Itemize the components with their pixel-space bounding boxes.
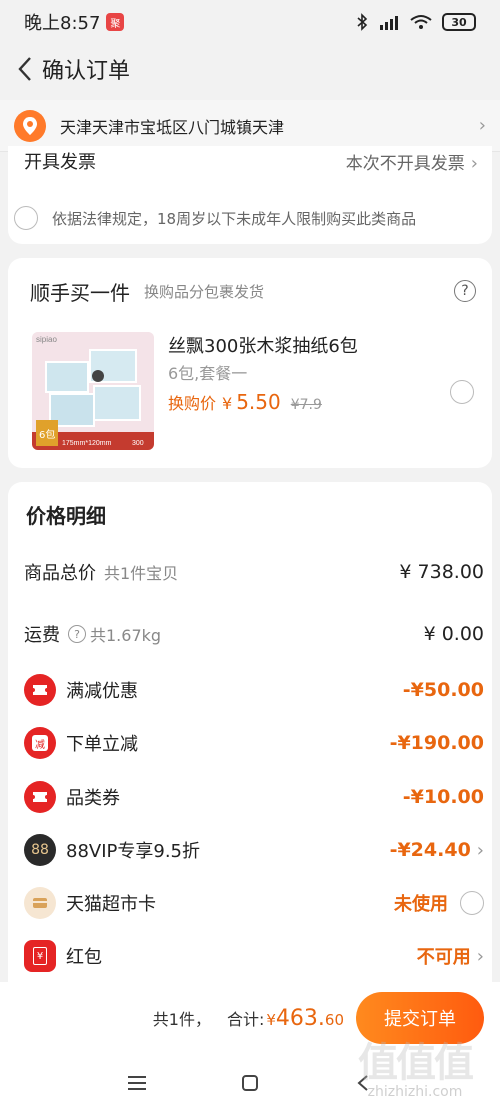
age-agree-radio[interactable] (14, 206, 38, 230)
supermarket-card-radio[interactable] (460, 891, 484, 915)
invoice-label: 开具发票 (24, 152, 96, 173)
price-label: 换购价 (168, 394, 217, 413)
addon-product-price: 换购价 ¥ 5.50 ¥7.9 (168, 390, 322, 414)
row-amount: -¥24.40 (389, 839, 471, 861)
row-label: 红包 (66, 947, 102, 968)
signal-icon (380, 16, 398, 30)
menu-button[interactable] (117, 1063, 157, 1103)
row-amount: ¥ 738.00 (399, 561, 484, 583)
chevron-right-icon: › (476, 945, 484, 967)
row-amount: 未使用 (394, 894, 448, 915)
nav-bar: 确认订单 (0, 44, 500, 94)
row-subtotal: 商品总价 共1件宝贝 ¥ 738.00 (24, 552, 484, 592)
row-sub: 共1件宝贝 (104, 564, 179, 583)
chevron-right-icon: › (476, 839, 484, 861)
menu-icon (127, 1076, 146, 1090)
addon-card: 顺手买一件 换购品分包裹发货 ? sipiao 6包 175mm*120mm 3… (8, 258, 492, 468)
age-notice-row[interactable]: 依据法律规定，18周岁以下未成年人限制购买此类商品 (14, 202, 482, 234)
chevron-left-icon (18, 57, 31, 81)
row-order-discount: 减 下单立减 -¥190.00 (24, 723, 484, 763)
row-amount: -¥50.00 (402, 679, 484, 701)
help-icon[interactable]: ? (68, 625, 86, 643)
row-label: 品类券 (66, 788, 120, 809)
product-image-sheets: 300 (132, 440, 144, 447)
item-count: 共1件， (152, 1010, 211, 1029)
watermark-glyphs: 值值值 (358, 1040, 474, 1086)
bluetooth-icon (357, 13, 368, 31)
status-icons: 30 (356, 13, 476, 31)
row-amount: 不可用 (416, 947, 471, 968)
product-image[interactable]: sipiao 6包 175mm*120mm 300 (32, 332, 154, 450)
invoice-row[interactable]: 开具发票 本次不开具发票 › (24, 146, 478, 174)
row-88vip[interactable]: 88 88VIP专享9.5折 -¥24.40 › (24, 830, 484, 870)
row-label: 天猫超市卡 (66, 894, 156, 915)
red-packet-icon: ¥ (24, 940, 56, 972)
vip-88-icon: 88 (24, 834, 56, 866)
notification-badge-icon: 聚 (106, 13, 125, 31)
wifi-icon (410, 15, 432, 29)
addon-product-spec: 6包,套餐一 (168, 364, 248, 383)
watermark-logo: 值值值 zhizhizhi.com (340, 1030, 490, 1108)
price-currency: ¥ (222, 394, 233, 413)
total-label: 合计: (226, 1010, 265, 1029)
status-bar: 晚上8:57 聚 30 (0, 0, 500, 44)
row-shipping: 运费 ? 共1.67kg ¥ 0.00 (24, 614, 484, 654)
coupon-icon (24, 781, 56, 813)
coupon-icon (24, 674, 56, 706)
row-label: 满减优惠 (66, 681, 138, 702)
card-icon (24, 887, 56, 919)
chevron-right-icon: › (470, 153, 478, 174)
home-square-icon (241, 1075, 258, 1091)
chevron-right-icon: › (478, 115, 486, 136)
address-bar[interactable]: 天津天津市宝坻区八门城镇天津 › (0, 100, 500, 152)
battery-icon: 30 (442, 13, 476, 31)
total-amount: ¥ 463. 60 (266, 1005, 344, 1031)
order-options-card: 开具发票 本次不开具发票 › 依据法律规定，18周岁以下未成年人限制购买此类商品 (8, 146, 492, 244)
row-label: 下单立减 (66, 734, 138, 755)
product-image-count: 6包 (39, 428, 55, 441)
product-image-size: 175mm*120mm (62, 440, 112, 447)
product-image-brand: sipiao (36, 335, 57, 344)
addon-subtitle: 换购品分包裹发货 (144, 282, 265, 301)
row-sub: 共1.67kg (90, 626, 162, 645)
back-button[interactable] (10, 49, 40, 89)
row-category-coupon: 品类券 -¥10.00 (24, 777, 484, 817)
page-title: 确认订单 (42, 59, 131, 84)
addon-header: 顺手买一件 换购品分包裹发货 ? (30, 276, 476, 306)
row-amount: -¥190.00 (389, 732, 484, 754)
help-icon[interactable]: ? (454, 280, 476, 302)
row-label: 商品总价 (24, 563, 96, 584)
home-button[interactable] (230, 1063, 270, 1103)
addon-select-radio[interactable] (450, 380, 474, 404)
invoice-value: 本次不开具发票 (345, 154, 465, 174)
location-pin-icon (14, 109, 46, 142)
price-details-card: 价格明细 商品总价 共1件宝贝 ¥ 738.00 运费 ? 共1.67kg ¥ … (8, 482, 492, 982)
row-full-reduction: 满减优惠 -¥50.00 (24, 670, 484, 710)
row-red-packet[interactable]: ¥ 红包 不可用 › (24, 936, 484, 976)
original-price: ¥7.9 (290, 397, 322, 413)
status-time: 晚上8:57 (24, 13, 101, 34)
row-supermarket-card[interactable]: 天猫超市卡 未使用 (24, 883, 484, 923)
discount-icon: 减 (24, 727, 56, 759)
price-value: 5.50 (236, 390, 281, 414)
addon-product-name[interactable]: 丝飘300张木浆抽纸6包 (168, 332, 358, 358)
age-notice-text: 依据法律规定，18周岁以下未成年人限制购买此类商品 (52, 209, 417, 228)
price-details-title: 价格明细 (26, 504, 106, 528)
row-amount: -¥10.00 (402, 786, 484, 808)
row-label: 88VIP专享9.5折 (66, 841, 201, 862)
row-amount: ¥ 0.00 (423, 623, 484, 645)
addon-title: 顺手买一件 (30, 280, 130, 305)
address-text: 天津天津市宝坻区八门城镇天津 (60, 117, 285, 137)
row-label: 运费 (24, 625, 60, 646)
